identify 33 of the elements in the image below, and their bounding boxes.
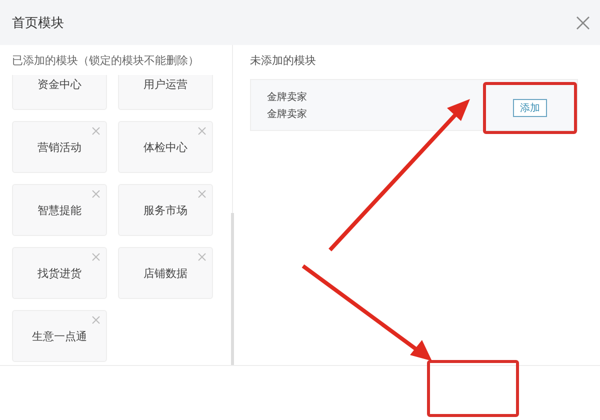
module-card[interactable]: 资金中心 <box>12 75 107 110</box>
module-name: 金牌卖家 <box>267 108 307 120</box>
module-name: 金牌卖家 <box>267 90 307 104</box>
section-heading: 已添加的模块（锁定的模块不能删除） <box>11 53 200 69</box>
module-card[interactable]: 智慧提能 <box>12 184 107 236</box>
dialog-title: 首页模块 <box>12 14 64 32</box>
remove-icon[interactable] <box>198 190 206 198</box>
remove-icon[interactable] <box>92 253 100 261</box>
module-name: 用户运营 <box>144 76 188 92</box>
module-card[interactable]: 店铺数据 <box>118 247 213 299</box>
close-icon[interactable] <box>576 16 590 30</box>
module-card[interactable]: 生意一点通 <box>12 310 107 362</box>
module-name: 生意一点通 <box>32 328 87 344</box>
module-name: 店铺数据 <box>144 266 188 280</box>
module-name: 智慧提能 <box>38 202 82 218</box>
module-card[interactable]: 服务市场 <box>118 184 213 236</box>
module-card[interactable]: 体检中心 <box>118 121 213 173</box>
module-card[interactable]: 营销活动 <box>12 121 107 173</box>
module-name: 服务市场 <box>144 202 188 218</box>
module-name: 资金中心 <box>38 76 82 92</box>
module-card[interactable]: 用户运营 <box>118 75 213 110</box>
remove-icon[interactable] <box>198 127 206 135</box>
remove-icon[interactable] <box>92 190 100 198</box>
section-heading: 未添加的模块 <box>249 53 317 69</box>
add-button[interactable]: 添加 <box>513 99 547 117</box>
scrollbar[interactable] <box>231 213 234 365</box>
module-name: 体检中心 <box>144 140 188 154</box>
remove-icon[interactable] <box>198 253 206 261</box>
module-name: 找货进货 <box>38 266 82 280</box>
remove-icon[interactable] <box>92 316 100 324</box>
module-name: 营销活动 <box>38 140 82 154</box>
module-card[interactable]: 找货进货 <box>12 247 107 299</box>
remove-icon[interactable] <box>92 127 100 135</box>
